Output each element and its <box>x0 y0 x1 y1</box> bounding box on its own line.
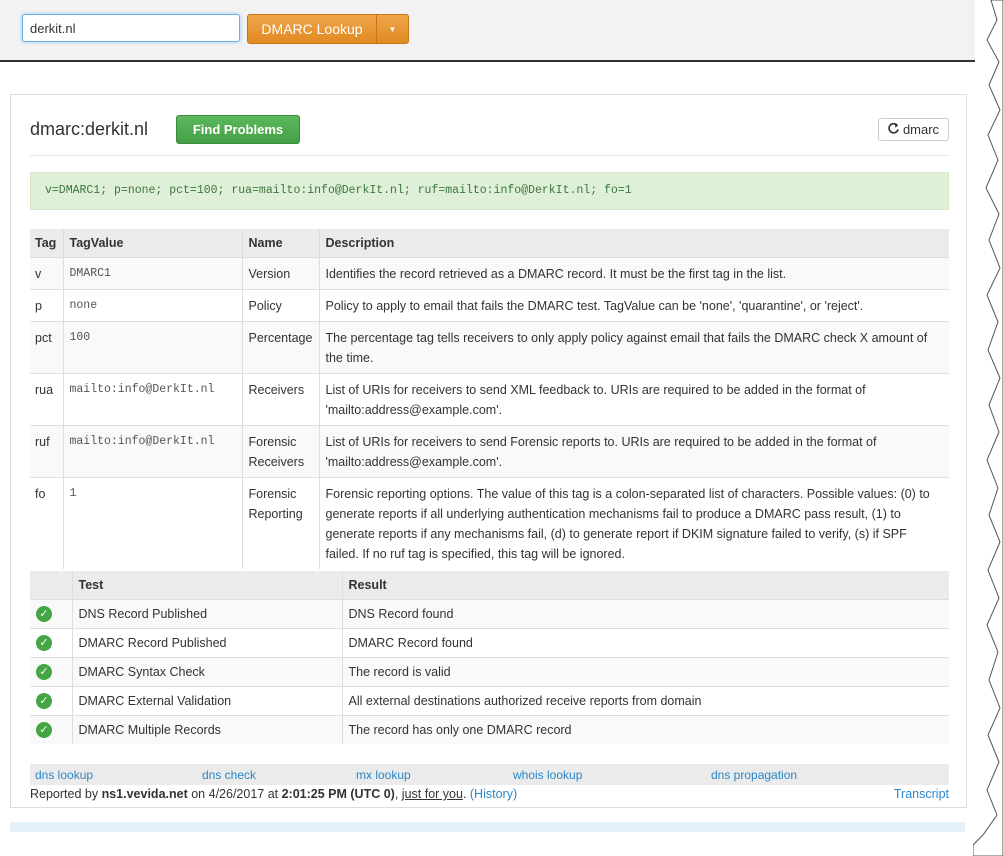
test-cell: DMARC Multiple Records <box>71 715 342 744</box>
tag-cell: p <box>30 289 63 322</box>
table-row: rua mailto:info@DerkIt.nl Receivers List… <box>30 373 949 426</box>
name-cell: Forensic Receivers <box>241 425 319 478</box>
description-cell: Policy to apply to email that fails the … <box>318 289 949 322</box>
lookup-button-label[interactable]: DMARC Lookup <box>248 15 377 43</box>
bottom-strip <box>10 822 965 832</box>
tag-cell: v <box>30 257 63 290</box>
link-dns-lookup[interactable]: dns lookup <box>35 768 93 782</box>
test-cell: DMARC External Validation <box>71 686 342 716</box>
description-cell: Forensic reporting options. The value of… <box>318 477 949 569</box>
table-row: fo 1 Forensic Reporting Forensic reporti… <box>30 477 949 569</box>
table-row: p none Policy Policy to apply to email t… <box>30 289 949 322</box>
tagvalue-cell: 1 <box>62 477 242 569</box>
name-cell: Version <box>241 257 319 290</box>
name-cell: Policy <box>241 289 319 322</box>
description-cell: The percentage tag tells receivers to on… <box>318 321 949 374</box>
name-cell: Receivers <box>241 373 319 426</box>
check-icon: ✓ <box>36 635 52 651</box>
check-icon: ✓ <box>36 722 52 738</box>
test-cell: DMARC Syntax Check <box>71 657 342 687</box>
description-cell: List of URIs for receivers to send XML f… <box>318 373 949 426</box>
time-text: 2:01:25 PM (UTC 0) <box>281 787 395 801</box>
report-footer: Reported by ns1.vevida.net on 4/26/2017 … <box>30 787 949 801</box>
chevron-down-icon[interactable]: ▾ <box>377 24 408 35</box>
test-cell: DNS Record Published <box>71 599 342 629</box>
tagvalue-cell: none <box>62 289 242 322</box>
table-row: ruf mailto:info@DerkIt.nl Forensic Recei… <box>30 425 949 478</box>
transcript-link[interactable]: Transcript <box>894 787 949 801</box>
torn-edge-decoration <box>973 0 1003 856</box>
dmarc-lookup-button[interactable]: DMARC Lookup ▾ <box>247 14 409 44</box>
test-cell: DMARC Record Published <box>71 628 342 658</box>
tagvalue-cell: mailto:info@DerkIt.nl <box>62 425 242 478</box>
column-header-result: Result <box>341 571 949 600</box>
column-header-description: Description <box>318 229 949 258</box>
top-toolbar: DMARC Lookup ▾ <box>0 0 975 62</box>
column-header-tag: Tag <box>30 229 63 258</box>
reported-by-text: Reported by <box>30 787 99 801</box>
just-for-you-link[interactable]: just for you <box>402 787 463 801</box>
results-panel: dmarc:derkit.nl Find Problems dmarc v=DM… <box>10 94 967 808</box>
dmarc-record-text: v=DMARC1; p=none; pct=100; rua=mailto:in… <box>30 172 949 210</box>
check-icon: ✓ <box>36 693 52 709</box>
history-link[interactable]: (History) <box>470 787 517 801</box>
column-header-status <box>30 571 72 600</box>
result-cell: All external destinations authorized rec… <box>341 686 949 716</box>
tag-cell: fo <box>30 477 63 569</box>
tag-cell: ruf <box>30 425 63 478</box>
check-icon: ✓ <box>36 606 52 622</box>
column-header-name: Name <box>241 229 319 258</box>
date-text: on 4/26/2017 at <box>191 787 279 801</box>
link-mx-lookup[interactable]: mx lookup <box>356 768 411 782</box>
page-title: dmarc:derkit.nl <box>30 119 149 139</box>
divider <box>30 155 949 156</box>
link-dns-check[interactable]: dns check <box>202 768 256 782</box>
table-row: v DMARC1 Version Identifies the record r… <box>30 257 949 290</box>
tool-links-bar: dns lookup dns check mx lookup whois loo… <box>30 764 949 785</box>
find-problems-button[interactable]: Find Problems <box>176 115 300 144</box>
result-cell: DMARC Record found <box>341 628 949 658</box>
description-cell: List of URIs for receivers to send Foren… <box>318 425 949 478</box>
table-row: ✓ DMARC External Validation All external… <box>30 686 949 716</box>
check-icon: ✓ <box>36 664 52 680</box>
window: DMARC Lookup ▾ dmarc:derkit.nl Find Prob… <box>0 0 1003 856</box>
result-cell: DNS Record found <box>341 599 949 629</box>
tag-cell: pct <box>30 321 63 374</box>
test-results-table: Test Result ✓ DNS Record Published DNS R… <box>30 571 949 744</box>
tagvalue-cell: DMARC1 <box>62 257 242 290</box>
column-header-tagvalue: TagValue <box>62 229 242 258</box>
server-name: ns1.vevida.net <box>101 787 188 801</box>
table-row: ✓ DNS Record Published DNS Record found <box>30 599 949 629</box>
tag-table: Tag TagValue Name Description v DMARC1 V… <box>30 229 949 569</box>
result-cell: The record is valid <box>341 657 949 687</box>
table-row: ✓ DMARC Multiple Records The record has … <box>30 715 949 744</box>
refresh-icon <box>888 122 899 137</box>
tagvalue-cell: mailto:info@DerkIt.nl <box>62 373 242 426</box>
name-cell: Percentage <box>241 321 319 374</box>
table-row: ✓ DMARC Syntax Check The record is valid <box>30 657 949 687</box>
table-row: ✓ DMARC Record Published DMARC Record fo… <box>30 628 949 658</box>
domain-search-input[interactable] <box>22 14 240 42</box>
refresh-button[interactable]: dmarc <box>878 118 949 141</box>
link-whois-lookup[interactable]: whois lookup <box>513 768 582 782</box>
table-row: pct 100 Percentage The percentage tag te… <box>30 321 949 374</box>
tag-cell: rua <box>30 373 63 426</box>
result-cell: The record has only one DMARC record <box>341 715 949 744</box>
description-cell: Identifies the record retrieved as a DMA… <box>318 257 949 290</box>
column-header-test: Test <box>71 571 342 600</box>
refresh-label: dmarc <box>902 122 940 137</box>
link-dns-propagation[interactable]: dns propagation <box>711 768 797 782</box>
tagvalue-cell: 100 <box>62 321 242 374</box>
name-cell: Forensic Reporting <box>241 477 319 569</box>
